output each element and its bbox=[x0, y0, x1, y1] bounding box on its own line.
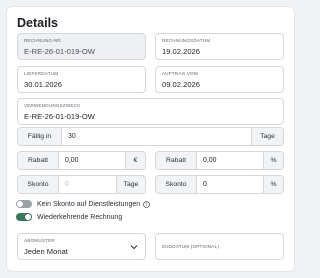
recurring-label: Wiederkehrende Rechnung bbox=[37, 213, 123, 221]
section-title: Details bbox=[17, 16, 58, 30]
invoice-number-label: RECHNUNG-NR. bbox=[24, 38, 63, 43]
due-label: Fällig in bbox=[18, 128, 62, 145]
recurring-toggle-row: Wiederkehrende Rechnung bbox=[16, 213, 122, 221]
end-date-label: ENDDATUM (OPTIONAL) bbox=[162, 244, 220, 249]
svg-text:?: ? bbox=[146, 202, 148, 207]
discount-percent-input[interactable]: 0,00 bbox=[197, 152, 263, 169]
skonto-percent-unit: % bbox=[263, 176, 283, 193]
delivery-date-value: 30.01.2026 bbox=[24, 80, 63, 89]
delivery-date-label: LIEFERDATUM bbox=[24, 71, 59, 76]
skonto-percent-label: Skonto bbox=[156, 176, 197, 193]
purpose-field[interactable]: VERWENDUNGSZWECK E-RE-26-01-019-OW bbox=[17, 98, 284, 125]
skonto-days-input[interactable]: 0 bbox=[59, 176, 116, 193]
due-days-group: Fällig in 30 Tage bbox=[17, 127, 284, 146]
chevron-down-icon bbox=[130, 245, 138, 250]
discount-amount-label: Rabatt bbox=[18, 152, 59, 169]
skonto-percent-group: Skonto 0 % bbox=[155, 175, 284, 194]
skonto-days-group: Skonto 0 Tage bbox=[17, 175, 146, 194]
no-skonto-toggle-row: Kein Skonto auf Dienstleistungen ? bbox=[16, 200, 150, 208]
order-date-value: 09.02.2026 bbox=[162, 80, 201, 89]
order-date-field[interactable]: AUFTRAG VOM 09.02.2026 bbox=[155, 66, 284, 93]
pattern-value: Jeden Monat bbox=[24, 247, 68, 256]
skonto-days-label: Skonto bbox=[18, 176, 59, 193]
details-card: Details RECHNUNG-NR. E-RE-26-01-019-OW R… bbox=[6, 6, 295, 272]
discount-amount-unit: € bbox=[125, 152, 145, 169]
info-icon[interactable]: ? bbox=[143, 200, 150, 208]
invoice-date-label: RECHNUNGSDATUM bbox=[162, 38, 211, 43]
skonto-percent-input[interactable]: 0 bbox=[197, 176, 263, 193]
invoice-date-value: 19.02.2026 bbox=[162, 47, 201, 56]
skonto-days-unit: Tage bbox=[116, 176, 145, 193]
purpose-label: VERWENDUNGSZWECK bbox=[24, 103, 81, 108]
no-skonto-label: Kein Skonto auf Dienstleistungen bbox=[37, 200, 141, 208]
due-unit: Tage bbox=[251, 128, 283, 145]
end-date-field[interactable]: ENDDATUM (OPTIONAL) bbox=[155, 233, 284, 260]
discount-percent-label: Rabatt bbox=[156, 152, 197, 169]
discount-amount-group: Rabatt 0,00 € bbox=[17, 151, 146, 170]
due-days-input[interactable]: 30 bbox=[62, 128, 251, 145]
purpose-value: E-RE-26-01-019-OW bbox=[24, 112, 95, 121]
invoice-number-field: RECHNUNG-NR. E-RE-26-01-019-OW bbox=[17, 33, 146, 60]
discount-amount-input[interactable]: 0,00 bbox=[59, 152, 125, 169]
discount-percent-group: Rabatt 0,00 % bbox=[155, 151, 284, 170]
order-date-label: AUFTRAG VOM bbox=[162, 71, 198, 76]
delivery-date-field[interactable]: LIEFERDATUM 30.01.2026 bbox=[17, 66, 146, 93]
invoice-number-value: E-RE-26-01-019-OW bbox=[24, 47, 95, 56]
recurring-toggle[interactable] bbox=[16, 213, 32, 221]
invoice-date-field[interactable]: RECHNUNGSDATUM 19.02.2026 bbox=[155, 33, 284, 60]
discount-percent-unit: % bbox=[263, 152, 283, 169]
pattern-label: ABOMUSTER bbox=[24, 238, 55, 243]
subscription-pattern-select[interactable]: ABOMUSTER Jeden Monat bbox=[17, 233, 146, 260]
no-skonto-toggle[interactable] bbox=[16, 200, 32, 208]
